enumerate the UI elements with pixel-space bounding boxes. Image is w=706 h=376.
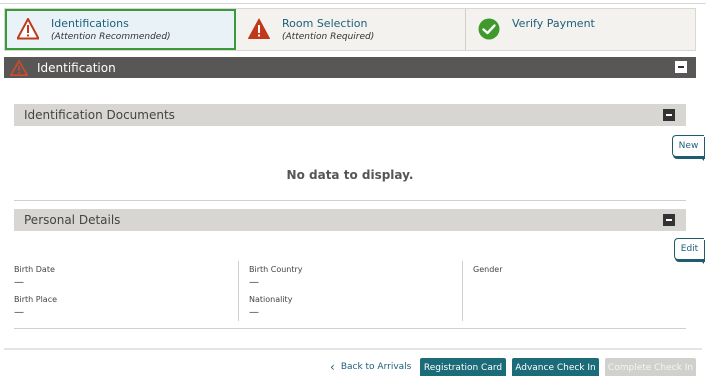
step-status: (Attention Required): [282, 32, 375, 42]
check-circle-icon: [478, 18, 500, 40]
complete-check-in-button[interactable]: Complete Check In: [605, 358, 696, 376]
warning-triangle-icon: [248, 18, 270, 39]
collapse-minus-icon[interactable]: [675, 61, 687, 73]
gender-label: Gender: [473, 265, 503, 274]
check-in-steps: Identifications (Attention Recommended) …: [4, 8, 696, 51]
personal-details-column-2: Birth Country — Nationality —: [238, 261, 462, 321]
step-title: Room Selection: [282, 17, 368, 30]
new-document-button[interactable]: New: [672, 135, 704, 161]
footer-divider: [4, 348, 702, 350]
personal-details-column-1: Birth Date — Birth Place —: [14, 261, 238, 321]
step-identifications[interactable]: Identifications (Attention Recommended): [5, 9, 236, 50]
step-title: Identifications: [51, 17, 129, 30]
identification-header: Identification: [4, 57, 696, 78]
identification-documents-header: Identification Documents: [14, 104, 686, 126]
empty-state-message: No data to display.: [286, 168, 414, 182]
warning-triangle-icon: [10, 59, 28, 76]
nationality-label: Nationality: [249, 295, 293, 304]
birth-country-label: Birth Country: [249, 265, 303, 274]
back-to-arrivals-label: Back to Arrivals: [340, 362, 412, 372]
identification-documents-title: Identification Documents: [24, 108, 175, 122]
nationality-value: —: [249, 307, 259, 318]
step-room-selection[interactable]: Room Selection (Attention Required): [236, 9, 466, 50]
step-verify-payment[interactable]: Verify Payment: [466, 9, 695, 50]
step-status: (Attention Recommended): [51, 32, 171, 42]
back-to-arrivals-link[interactable]: ‹ Back to Arrivals: [330, 360, 412, 374]
birth-place-label: Birth Place: [14, 295, 58, 304]
top-divider: [0, 0, 706, 4]
warning-triangle-icon: [17, 18, 39, 40]
step-title: Verify Payment: [512, 17, 595, 30]
identification-title: Identification: [37, 60, 116, 75]
birth-place-value: —: [14, 307, 24, 318]
registration-card-button[interactable]: Registration Card: [420, 358, 506, 376]
birth-date-label: Birth Date: [14, 265, 55, 274]
personal-details-header: Personal Details: [14, 209, 686, 231]
birth-date-value: —: [14, 277, 24, 288]
birth-country-value: —: [249, 277, 259, 288]
advance-check-in-button[interactable]: Advance Check In: [512, 358, 599, 376]
personal-details-title: Personal Details: [24, 213, 121, 227]
collapse-minus-icon[interactable]: [663, 214, 675, 226]
chevron-left-icon: ‹: [330, 360, 335, 374]
edit-personal-details-button[interactable]: Edit: [674, 238, 704, 264]
collapse-minus-icon[interactable]: [663, 109, 675, 121]
section-divider: [14, 200, 686, 201]
section-divider: [14, 328, 686, 329]
personal-details-column-3: Gender: [462, 261, 686, 321]
